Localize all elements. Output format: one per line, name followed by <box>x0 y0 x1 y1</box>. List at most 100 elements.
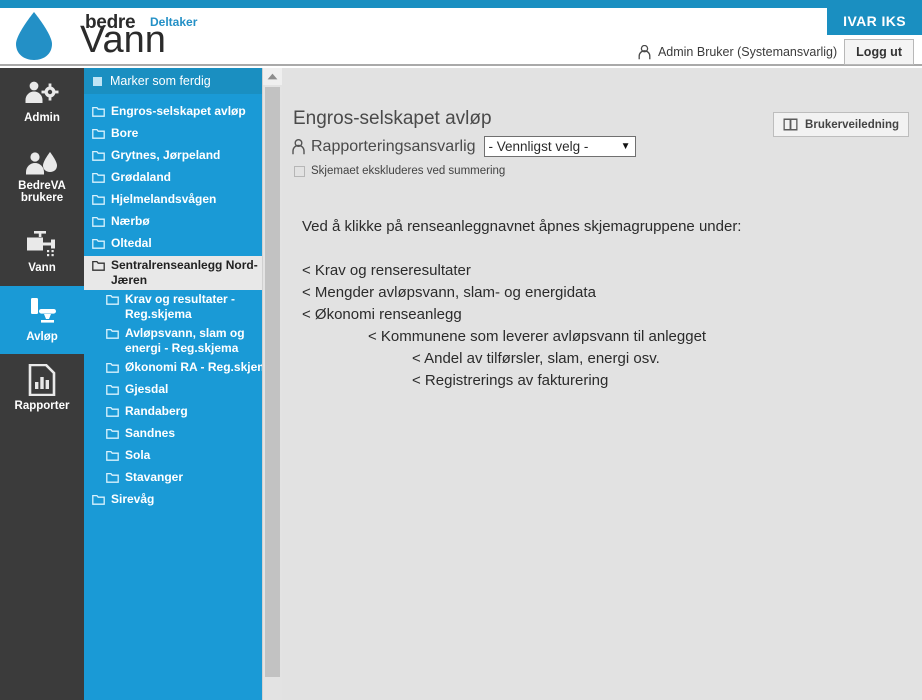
tree-item[interactable]: Bore <box>84 124 282 146</box>
folder-icon <box>92 216 105 227</box>
tree-item-label: Sola <box>125 448 151 462</box>
tree-item-label: Grødaland <box>111 170 172 184</box>
tree-item-label: Randaberg <box>125 404 188 418</box>
tree-item-label: Gjesdal <box>125 382 169 396</box>
tree-item-label: Økonomi RA - Reg.skjema <box>125 360 275 374</box>
tree-item[interactable]: Sentralrenseanlegg Nord-Jæren <box>84 256 282 290</box>
tree-item[interactable]: Hjelmelandsvågen <box>84 190 282 212</box>
faucet-icon <box>27 230 55 256</box>
instruction-line: < Mengder avløpsvann, slam- og energidat… <box>302 284 596 301</box>
sidebar-item-admin[interactable]: Admin <box>0 68 84 136</box>
tree-item-label: Sirevåg <box>111 492 155 506</box>
tree-item[interactable]: Krav og resultater - Reg.skjema <box>84 290 282 324</box>
person-icon <box>292 138 305 154</box>
mark-as-done-label: Marker som ferdig <box>110 74 211 88</box>
scroll-up-button[interactable] <box>263 68 282 85</box>
sidebar-item-rapporter[interactable]: Rapporter <box>0 354 84 422</box>
responsible-select[interactable]: - Vennligst velg - ▼ <box>483 136 636 157</box>
exclude-from-sum-row: Skjemaet ekskluderes ved summering <box>294 165 505 177</box>
folder-icon <box>92 194 105 205</box>
tree-item-label: Avløpsvann, slam og energi - Reg.skjema <box>125 326 245 355</box>
logo-bedre-text: bedre <box>85 12 136 33</box>
admin-users-gear-icon <box>25 81 59 103</box>
user-name-label: Admin Bruker (Systemansvarlig) <box>657 45 838 59</box>
tree-item-label: Bore <box>111 126 139 140</box>
person-drop-icon <box>26 151 57 174</box>
tree-item-label: Sandnes <box>125 426 176 440</box>
toilet-icon <box>31 297 56 323</box>
organization-tab[interactable]: IVAR IKS <box>827 8 922 35</box>
logo-deltaker-text: Deltaker <box>150 15 198 29</box>
scrollbar-thumb[interactable] <box>265 87 280 677</box>
tree-item[interactable]: Sola <box>84 446 282 468</box>
user-guide-label: Brukerveiledning <box>805 118 899 131</box>
top-accent-bar <box>0 0 922 8</box>
logo[interactable]: Vann bedre Deltaker <box>12 8 228 64</box>
form-tree-list: Engros-selskapet avløp Bore Grytnes, Jørpe… <box>84 94 282 512</box>
tree-item[interactable]: Sirevåg <box>84 490 282 512</box>
responsible-label: Rapporteringsansvarlig <box>311 137 476 155</box>
tree-item-label: Sentralrenseanlegg Nord-Jæren <box>111 258 258 287</box>
instructions-lines: < Krav og renseresultater < Mengder avløp… <box>302 260 741 392</box>
chevron-up-icon <box>267 73 278 80</box>
sidebar-item-bedreva-brukere[interactable]: BedreVA brukere <box>0 136 84 218</box>
folder-icon <box>92 128 105 139</box>
sidebar-item-label: Admin <box>24 111 60 124</box>
instruction-line: < Andel av tilførsler, slam, energi osv. <box>412 350 660 367</box>
tree-item[interactable]: Økonomi RA - Reg.skjema <box>84 358 282 380</box>
tree-item[interactable]: Grytnes, Jørpeland <box>84 146 282 168</box>
bar-chart-document-icon <box>28 363 56 396</box>
logout-button[interactable]: Logg ut <box>844 39 914 65</box>
person-icon <box>638 44 651 59</box>
book-icon <box>783 118 798 131</box>
tree-item[interactable]: Gjesdal <box>84 380 282 402</box>
instructions-block: Ved å klikke på renseanleggnavnet åpnes … <box>302 216 741 392</box>
folder-icon <box>92 172 105 183</box>
tree-item[interactable]: Oltedal <box>84 234 282 256</box>
tree-item[interactable]: Stavanger <box>84 468 282 490</box>
sidebar-item-label: BedreVA brukere <box>18 179 66 205</box>
app-window: Vann bedre Deltaker IVAR IKS Admin Bruke… <box>0 0 922 700</box>
sidebar-item-label: Vann <box>28 261 56 274</box>
exclude-from-sum-label: Skjemaet ekskluderes ved summering <box>311 165 506 177</box>
exclude-from-sum-checkbox[interactable] <box>294 165 305 177</box>
folder-icon <box>106 450 119 461</box>
folder-icon <box>106 472 119 483</box>
tree-item-label: Engros-selskapet avløp <box>111 104 246 118</box>
folder-icon <box>106 362 119 373</box>
responsible-row: Rapporteringsansvarlig - Vennligst velg … <box>292 136 636 157</box>
tree-item[interactable]: Nærbø <box>84 212 282 234</box>
sidebar-item-avlop[interactable]: Avløp <box>0 286 84 354</box>
form-tree-panel: Marker som ferdig Engros-selskapet avløp… <box>84 68 282 700</box>
tree-item[interactable]: Avløpsvann, slam og energi - Reg.skjema <box>84 324 282 358</box>
tree-item-label: Hjelmelandsvågen <box>111 192 217 206</box>
main-content: Brukerveiledning Engros-selskapet avløp … <box>282 68 922 700</box>
tree-item[interactable]: Engros-selskapet avløp <box>84 102 282 124</box>
page-title: Engros-selskapet avløp <box>293 108 492 129</box>
left-navigation: Admin BedreVA brukere Vann Avløp Rapport… <box>0 68 84 700</box>
chevron-down-icon: ▼ <box>620 141 631 152</box>
mark-as-done-header[interactable]: Marker som ferdig <box>84 68 282 94</box>
folder-icon <box>92 150 105 161</box>
folder-icon <box>92 238 105 249</box>
tree-scrollbar[interactable] <box>262 68 282 700</box>
tree-item-label: Krav og resultater - Reg.skjema <box>125 292 236 321</box>
tree-item-label: Grytnes, Jørpeland <box>111 148 221 162</box>
folder-icon <box>106 428 119 439</box>
user-guide-button[interactable]: Brukerveiledning <box>773 112 909 137</box>
tree-item[interactable]: Sandnes <box>84 424 282 446</box>
tree-item[interactable]: Randaberg <box>84 402 282 424</box>
folder-icon <box>92 260 105 271</box>
folder-icon <box>92 106 105 117</box>
user-area: Admin Bruker (Systemansvarlig) Logg ut <box>638 39 914 65</box>
sidebar-item-vann[interactable]: Vann <box>0 218 84 286</box>
tree-item-label: Oltedal <box>111 236 152 250</box>
folder-icon <box>92 494 105 505</box>
tree-item[interactable]: Grødaland <box>84 168 282 190</box>
folder-icon <box>106 384 119 395</box>
tree-item-label: Nærbø <box>111 214 150 228</box>
checkbox-filled-icon <box>93 76 102 86</box>
sidebar-item-label: Rapporter <box>14 399 70 412</box>
water-drop-icon <box>16 12 52 60</box>
tree-item-label: Stavanger <box>125 470 184 484</box>
